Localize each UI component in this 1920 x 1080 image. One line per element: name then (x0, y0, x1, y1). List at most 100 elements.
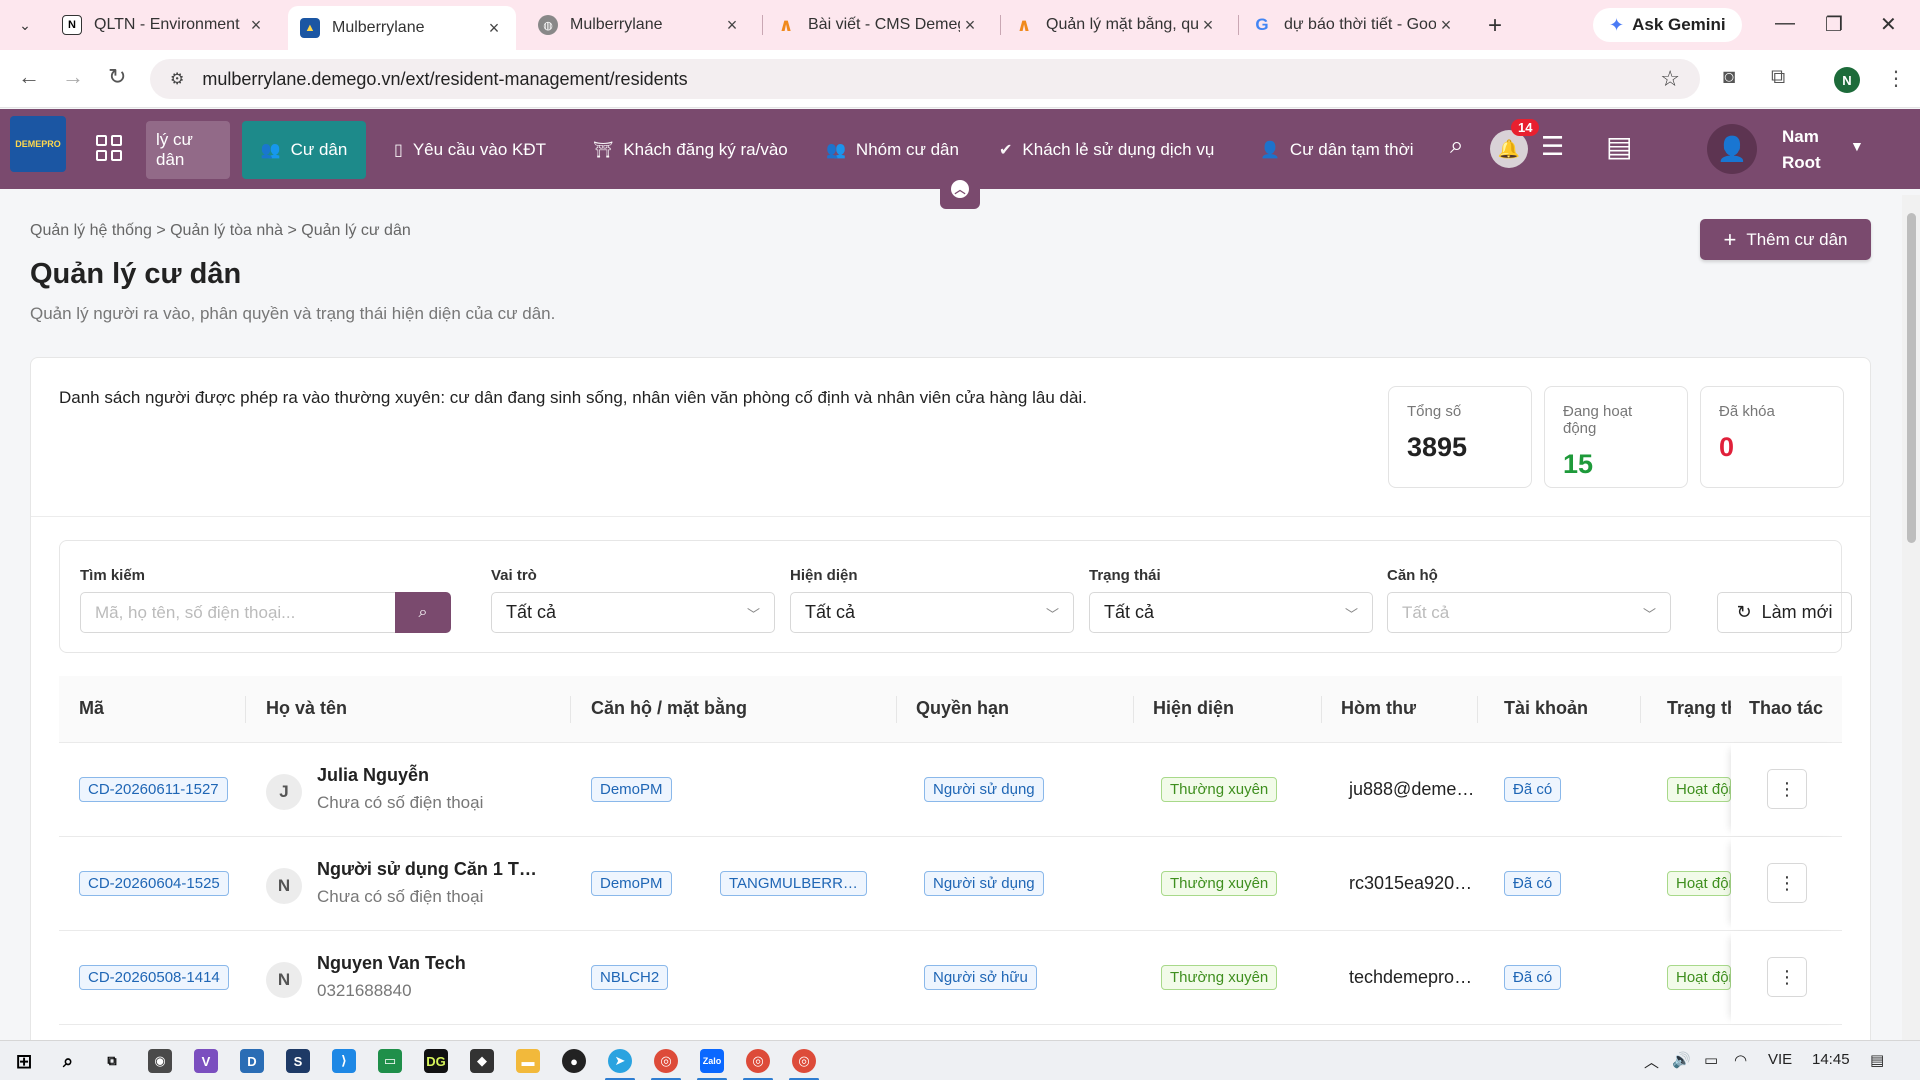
resident-code-tag[interactable]: CD-20260611-1527 (79, 777, 228, 802)
close-icon[interactable]: × (246, 15, 266, 36)
browser-menu-icon[interactable]: ⋮ (1886, 66, 1906, 91)
notification-center-icon[interactable]: ▤ (1870, 1051, 1884, 1069)
telegram-icon[interactable]: ➤ (608, 1049, 632, 1073)
collapse-header-button[interactable]: ︿ (940, 169, 980, 209)
zalo-icon[interactable]: Zalo (700, 1049, 724, 1073)
window-close-icon[interactable]: ✕ (1880, 12, 1897, 37)
report-icon[interactable]: ▤ (1606, 130, 1632, 163)
more-actions-button[interactable]: ⋮ (1767, 769, 1807, 809)
caret-down-icon[interactable]: ▼ (1850, 138, 1864, 154)
restore-icon[interactable]: ❐ (1825, 12, 1843, 37)
apartment-select[interactable]: Tất cả ﹀ (1387, 592, 1671, 633)
close-icon[interactable]: × (722, 15, 742, 36)
ask-gemini-button[interactable]: ✦ Ask Gemini (1593, 8, 1742, 42)
column-header-apartment[interactable]: Căn hộ / mặt bằng (591, 698, 747, 719)
presence-select[interactable]: Tất cả ﹀ (790, 592, 1074, 633)
close-icon[interactable]: × (1198, 15, 1218, 36)
app-logo[interactable]: DEMEPRO (10, 116, 66, 172)
resident-code-tag[interactable]: CD-20260508-1414 (79, 965, 229, 990)
database-icon[interactable]: D (240, 1049, 264, 1073)
column-header-mailbox[interactable]: Hòm thư (1341, 698, 1416, 719)
table-row[interactable]: CD-20260611-1527 J Julia Nguyễn Chưa có … (59, 743, 1842, 837)
more-actions-button[interactable]: ⋮ (1767, 957, 1807, 997)
bookmark-star-icon[interactable]: ☆ (1660, 66, 1680, 92)
browser-tab-qltn[interactable]: N QLTN - Environment × (50, 6, 278, 44)
camera-icon[interactable]: ◙ (1723, 66, 1735, 89)
tray-chevron-up-icon[interactable]: ︿ (1644, 1051, 1659, 1072)
search-button[interactable]: ⌕ (395, 592, 451, 633)
language-indicator[interactable]: VIE (1768, 1051, 1792, 1068)
nav-item-khach-dang-ky[interactable]: ⛩ Khách đăng ký ra/vào (583, 121, 798, 179)
more-actions-button[interactable]: ⋮ (1767, 863, 1807, 903)
box-app-icon[interactable]: ◆ (470, 1049, 494, 1073)
column-header-name[interactable]: Họ và tên (266, 698, 347, 719)
sql-tool-icon[interactable]: S (286, 1049, 310, 1073)
url-text[interactable]: mulberrylane.demego.vn/ext/resident-mana… (202, 69, 687, 90)
wifi-icon[interactable]: ◠ (1734, 1051, 1747, 1069)
browser-tab-google[interactable]: G dự báo thời tiết - Goo × (1240, 6, 1468, 44)
chrome-icon[interactable]: ◎ (746, 1049, 770, 1073)
phone-icon: ▯ (394, 142, 403, 159)
terminal-icon[interactable]: ▭ (378, 1049, 402, 1073)
column-header-code[interactable]: Mã (79, 698, 104, 719)
list-menu-icon[interactable]: ☰ (1541, 131, 1564, 162)
chrome-icon[interactable]: ◎ (792, 1049, 816, 1073)
column-header-status[interactable]: Trạng thái (1667, 698, 1731, 719)
column-header-presence[interactable]: Hiện diện (1153, 698, 1234, 719)
volume-icon[interactable]: 🔊 (1672, 1051, 1691, 1069)
nav-item-khach-le[interactable]: ✔ Khách lẻ sử dụng dịch vụ (989, 121, 1224, 179)
task-view-icon[interactable]: ⧉ (100, 1049, 124, 1073)
taskbar-search-icon[interactable]: ⌕ (56, 1049, 80, 1073)
close-icon[interactable]: × (1436, 15, 1456, 36)
refresh-button[interactable]: ↻ Làm mới (1717, 592, 1852, 633)
battery-icon[interactable]: ▭ (1704, 1051, 1718, 1069)
column-header-account[interactable]: Tài khoản (1504, 698, 1588, 719)
visual-studio-icon[interactable]: V (194, 1049, 218, 1073)
extensions-puzzle-icon[interactable]: ⧉ (1771, 66, 1785, 89)
site-settings-icon[interactable]: ⚙ (170, 69, 184, 89)
browser-tab-mulberrylane[interactable]: ◍ Mulberrylane × (526, 6, 754, 44)
scrollbar-thumb[interactable] (1907, 213, 1916, 543)
windows-start-icon[interactable]: ⊞ (12, 1049, 36, 1073)
back-arrow-icon[interactable]: ← (18, 64, 40, 90)
plus-icon: + (1723, 226, 1737, 252)
close-icon[interactable]: × (484, 18, 504, 39)
add-resident-button[interactable]: + Thêm cư dân (1700, 219, 1871, 260)
file-explorer-icon[interactable]: ▬ (516, 1049, 540, 1073)
reload-icon[interactable]: ↻ (108, 64, 126, 90)
camera-app-icon[interactable]: ◉ (148, 1049, 172, 1073)
clock[interactable]: 14:45 (1812, 1051, 1850, 1068)
browser-tab-mat-bang[interactable]: ∧ Quản lý mặt bằng, quả × (1002, 6, 1230, 44)
nav-item-cu-dan-tam-thoi[interactable]: 👤 Cư dân tạm thời (1250, 121, 1424, 179)
resident-code-tag[interactable]: CD-20260604-1525 (79, 871, 229, 896)
chrome-icon[interactable]: ◎ (654, 1049, 678, 1073)
role-select[interactable]: Tất cả ﹀ (491, 592, 775, 633)
new-tab-plus-icon[interactable]: + (1488, 12, 1502, 40)
column-header-permission[interactable]: Quyền hạn (916, 698, 1009, 719)
browser-tab-cms[interactable]: ∧ Bài viết - CMS Demego × (764, 6, 992, 44)
nav-item-cu-dan[interactable]: 👥 Cư dân (242, 121, 366, 179)
close-icon[interactable]: × (960, 15, 980, 36)
breadcrumb[interactable]: Quản lý hệ thống > Quản lý tòa nhà > Quả… (30, 222, 411, 240)
page-scrollbar[interactable] (1902, 195, 1920, 1040)
browser-tab-mulberrylane-active[interactable]: ▲ Mulberrylane × (288, 6, 516, 50)
nav-item-quan-ly-cu-dan[interactable]: lý cư dân (146, 121, 230, 179)
table-row[interactable]: CD-20260508-1414 N Nguyen Van Tech 03216… (59, 931, 1842, 1025)
vscode-icon[interactable]: ⟩ (332, 1049, 356, 1073)
forward-arrow-icon[interactable]: → (62, 64, 84, 90)
profile-avatar[interactable]: N (1834, 67, 1860, 93)
search-input[interactable]: Mã, họ tên, số điện thoại... (80, 592, 396, 633)
nav-item-yeu-cau-vao-kdt[interactable]: ▯ Yêu cầu vào KĐT (384, 121, 556, 179)
status-select[interactable]: Tất cả ﹀ (1089, 592, 1373, 633)
datagrip-icon[interactable]: DG (424, 1049, 448, 1073)
apps-grid-icon[interactable] (96, 135, 122, 161)
address-bar[interactable]: ⚙ mulberrylane.demego.vn/ext/resident-ma… (150, 59, 1700, 99)
user-name[interactable]: Nam Root (1782, 124, 1821, 176)
github-icon[interactable]: ● (562, 1049, 586, 1073)
user-avatar[interactable]: 👤 (1707, 124, 1757, 174)
tab-list-chevron-icon[interactable]: ⌄ (10, 10, 40, 40)
search-icon[interactable]: ⌕ (1450, 132, 1463, 160)
minimize-icon[interactable]: — (1775, 12, 1795, 35)
table-row[interactable]: CD-20260604-1525 N Người sử dụng Căn 1 T… (59, 837, 1842, 931)
apartment-label: Căn hộ (1387, 567, 1438, 584)
